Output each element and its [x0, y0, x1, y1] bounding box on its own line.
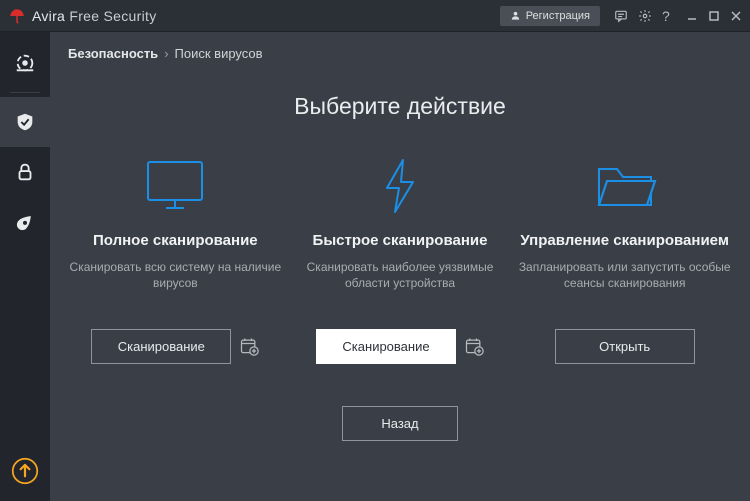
upgrade-button[interactable]: [5, 451, 45, 491]
card-quick-scan: Быстрое сканирование Сканировать наиболе…: [293, 154, 508, 364]
scan-button-quick[interactable]: Сканирование: [316, 329, 456, 364]
titlebar: Avira Free Security Регистрация ?: [0, 0, 750, 32]
brand-logo: Avira Free Security: [8, 7, 157, 25]
scan-button-full[interactable]: Сканирование: [91, 329, 231, 364]
breadcrumb-root[interactable]: Безопасность: [68, 46, 158, 61]
scan-options: Полное сканирование Сканировать всю сист…: [50, 154, 750, 364]
lightning-icon: [365, 154, 435, 218]
schedule-icon[interactable]: [239, 336, 259, 356]
brand-name: Avira: [32, 8, 65, 24]
close-button[interactable]: [730, 10, 742, 22]
card-title: Управление сканированием: [520, 232, 729, 251]
feedback-icon[interactable]: [614, 9, 628, 23]
card-title: Быстрое сканирование: [313, 232, 488, 251]
card-manage-scan: Управление сканированием Запланировать и…: [517, 154, 732, 364]
open-button[interactable]: Открыть: [555, 329, 695, 364]
nav-privacy[interactable]: [0, 147, 50, 197]
card-desc: Запланировать или запустить особые сеанс…: [517, 259, 732, 307]
nav-security[interactable]: [0, 97, 50, 147]
schedule-icon[interactable]: [464, 336, 484, 356]
register-button[interactable]: Регистрация: [500, 6, 600, 26]
back-button[interactable]: Назад: [342, 406, 457, 441]
nav-performance[interactable]: [0, 197, 50, 247]
sidebar: [0, 32, 50, 501]
brand-text: Avira Free Security: [32, 8, 157, 24]
card-desc: Сканировать всю систему на наличие вирус…: [68, 259, 283, 307]
help-icon[interactable]: ?: [662, 9, 676, 23]
card-desc: Сканировать наиболее уязвимые области ус…: [293, 259, 508, 307]
card-full-scan: Полное сканирование Сканировать всю сист…: [68, 154, 283, 364]
folder-icon: [590, 154, 660, 218]
minimize-button[interactable]: [686, 10, 698, 22]
breadcrumb-leaf: Поиск вирусов: [175, 46, 263, 61]
breadcrumb-separator: ›: [164, 46, 168, 61]
main-content: Безопасность › Поиск вирусов Выберите де…: [50, 32, 750, 501]
card-title: Полное сканирование: [93, 232, 258, 251]
breadcrumb: Безопасность › Поиск вирусов: [50, 32, 750, 75]
page-title: Выберите действие: [50, 93, 750, 120]
nav-status[interactable]: [0, 38, 50, 88]
user-icon: [510, 10, 521, 21]
maximize-button[interactable]: [708, 10, 720, 22]
monitor-icon: [140, 154, 210, 218]
gear-icon[interactable]: [638, 9, 652, 23]
register-label: Регистрация: [526, 10, 590, 22]
avira-umbrella-icon: [8, 7, 26, 25]
brand-suffix: Free Security: [69, 8, 156, 24]
